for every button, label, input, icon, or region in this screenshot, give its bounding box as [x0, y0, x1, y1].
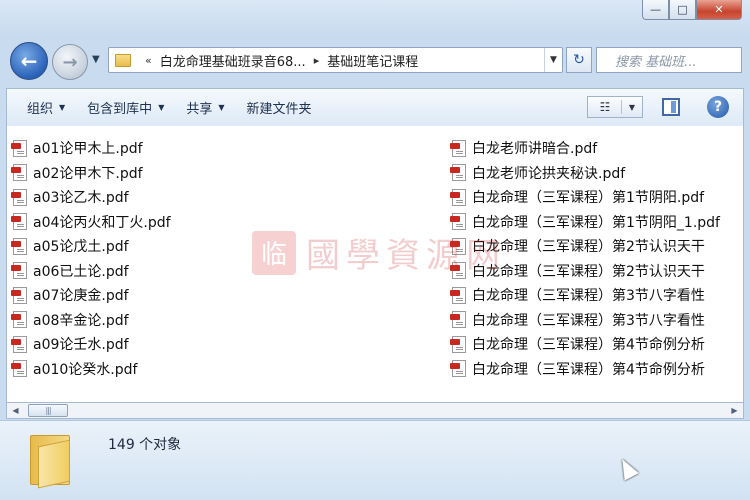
pdf-file-icon — [11, 188, 27, 206]
file-name: a06已土论.pdf — [33, 263, 129, 280]
file-item[interactable]: a010论癸水.pdf — [11, 357, 441, 382]
chevron-down-icon: ▼ — [59, 103, 66, 112]
watermark-text: 國學資源网 — [306, 236, 506, 276]
folder-icon — [115, 53, 131, 67]
pdf-file-icon — [11, 164, 27, 182]
breadcrumb-segment-parent[interactable]: 白龙命理基础班录音68... — [160, 51, 306, 70]
chevron-down-icon: ▼ — [158, 103, 165, 112]
share-label: 共享 — [186, 102, 213, 117]
view-icon: ☷ — [588, 100, 622, 114]
pdf-file-icon — [450, 164, 466, 182]
preview-pane-icon[interactable] — [662, 98, 680, 116]
file-item[interactable]: 白龙老师讲暗合.pdf — [450, 136, 743, 161]
share-menu[interactable]: 共享 ▼ — [186, 98, 224, 117]
file-name: a03论乙木.pdf — [33, 190, 129, 207]
file-item[interactable]: 白龙命理（三军课程）第4节命例分析 — [450, 332, 743, 357]
close-button[interactable]: ✕ — [696, 0, 742, 20]
file-name: a010论癸水.pdf — [33, 361, 138, 378]
back-button[interactable]: ← — [10, 42, 48, 80]
pdf-file-icon — [11, 286, 27, 304]
file-name: 白龙老师讲暗合.pdf — [472, 141, 598, 158]
folder-icon — [30, 431, 76, 489]
file-name: a08辛金论.pdf — [33, 312, 129, 329]
pdf-file-icon — [11, 335, 27, 353]
file-name: 白龙命理（三军课程）第2节认识天干 — [472, 263, 705, 280]
address-overflow-chevron[interactable]: « — [145, 54, 152, 67]
minimize-button[interactable]: — — [642, 0, 669, 20]
watermark: 临 國學資源网 — [252, 228, 506, 277]
pdf-file-icon — [11, 262, 27, 280]
maximize-button[interactable]: □ — [669, 0, 696, 20]
change-view-button[interactable]: ☷ ▼ — [587, 96, 643, 118]
pdf-file-icon — [450, 360, 466, 378]
horizontal-scrollbar[interactable]: ◀ ||| ▶ — [6, 402, 744, 419]
scroll-right-icon[interactable]: ▶ — [726, 403, 743, 418]
pdf-file-icon — [11, 360, 27, 378]
pdf-file-icon — [450, 188, 466, 206]
forward-arrow-icon: → — [62, 51, 78, 73]
pdf-file-icon — [11, 311, 27, 329]
pdf-file-icon — [450, 139, 466, 157]
file-name: a07论庚金.pdf — [33, 288, 129, 305]
file-name: a02论甲木下.pdf — [33, 165, 143, 182]
recent-pages-button[interactable]: ▼ — [92, 54, 100, 65]
new-folder-label: 新建文件夹 — [246, 102, 312, 117]
file-name: 白龙命理（三军课程）第2节认识天干 — [472, 239, 705, 256]
watermark-seal: 临 — [252, 230, 296, 275]
file-name: a05论戊土.pdf — [33, 239, 129, 256]
address-dropdown-button[interactable]: ▼ — [544, 48, 562, 72]
file-item[interactable]: a09论壬水.pdf — [11, 332, 441, 357]
pdf-file-icon — [450, 335, 466, 353]
address-bar[interactable]: « 白龙命理基础班录音68... ▸ 基础班笔记课程 ▼ — [108, 47, 563, 73]
chevron-down-icon[interactable]: ▼ — [622, 103, 642, 112]
file-name: a04论丙火和丁火.pdf — [33, 214, 171, 231]
file-item[interactable]: 白龙命理（三军课程）第3节八字看性 — [450, 308, 743, 333]
title-bar: — □ ✕ — [0, 0, 750, 40]
organize-label: 组织 — [27, 102, 54, 117]
breadcrumb-segment-current[interactable]: 基础班笔记课程 — [327, 51, 418, 70]
window-controls: — □ ✕ — [642, 0, 742, 20]
file-name: 白龙命理（三军课程）第1节阴阳.pdf — [472, 190, 705, 207]
pdf-file-icon — [450, 311, 466, 329]
navigation-bar: ← → ▼ « 白龙命理基础班录音68... ▸ 基础班笔记课程 ▼ ↻ 搜索 … — [0, 40, 750, 86]
file-item[interactable]: a03论乙木.pdf — [11, 185, 441, 210]
pdf-file-icon — [11, 213, 27, 231]
file-item[interactable]: 白龙命理（三军课程）第3节八字看性 — [450, 283, 743, 308]
back-arrow-icon: ← — [20, 49, 38, 73]
file-name: 白龙命理（三军课程）第3节八字看性 — [472, 312, 705, 329]
include-library-label: 包含到库中 — [87, 102, 153, 117]
file-name: 白龙命理（三军课程）第1节阴阳_1.pdf — [472, 214, 720, 231]
file-name: 白龙命理（三军课程）第3节八字看性 — [472, 288, 705, 305]
pdf-file-icon — [11, 139, 27, 157]
pdf-file-icon — [11, 237, 27, 255]
forward-button[interactable]: → — [52, 44, 88, 80]
include-in-library-menu[interactable]: 包含到库中 ▼ — [87, 98, 164, 117]
file-item[interactable]: 白龙命理（三军课程）第1节阴阳.pdf — [450, 185, 743, 210]
command-toolbar: 组织 ▼ 包含到库中 ▼ 共享 ▼ 新建文件夹 ☷ ▼ ? — [6, 88, 744, 126]
file-item[interactable]: a07论庚金.pdf — [11, 283, 441, 308]
refresh-icon: ↻ — [573, 52, 585, 68]
file-item[interactable]: 白龙命理（三军课程）第4节命例分析 — [450, 357, 743, 382]
file-name: a09论壬水.pdf — [33, 337, 129, 354]
breadcrumb-separator-icon[interactable]: ▸ — [314, 54, 320, 67]
file-name: 白龙命理（三军课程）第4节命例分析 — [472, 337, 705, 354]
scrollbar-thumb[interactable]: ||| — [28, 404, 68, 417]
scroll-left-icon[interactable]: ◀ — [7, 403, 24, 418]
help-button[interactable]: ? — [707, 96, 729, 118]
file-name: 白龙老师论拱夹秘诀.pdf — [472, 165, 626, 182]
search-input[interactable]: 搜索 基础班... — [596, 47, 742, 73]
pdf-file-icon — [450, 286, 466, 304]
file-name: a01论甲木上.pdf — [33, 141, 143, 158]
chevron-down-icon: ▼ — [218, 103, 225, 112]
file-item[interactable]: a02论甲木下.pdf — [11, 161, 441, 186]
file-item[interactable]: a08辛金论.pdf — [11, 308, 441, 333]
details-pane: 149 个对象 — [0, 420, 750, 500]
refresh-button[interactable]: ↻ — [566, 47, 592, 73]
file-item[interactable]: 白龙老师论拱夹秘诀.pdf — [450, 161, 743, 186]
item-count: 149 个对象 — [108, 437, 182, 453]
file-item[interactable]: a01论甲木上.pdf — [11, 136, 441, 161]
organize-menu[interactable]: 组织 ▼ — [27, 98, 65, 117]
file-name: 白龙命理（三军课程）第4节命例分析 — [472, 361, 705, 378]
new-folder-button[interactable]: 新建文件夹 — [247, 98, 312, 117]
